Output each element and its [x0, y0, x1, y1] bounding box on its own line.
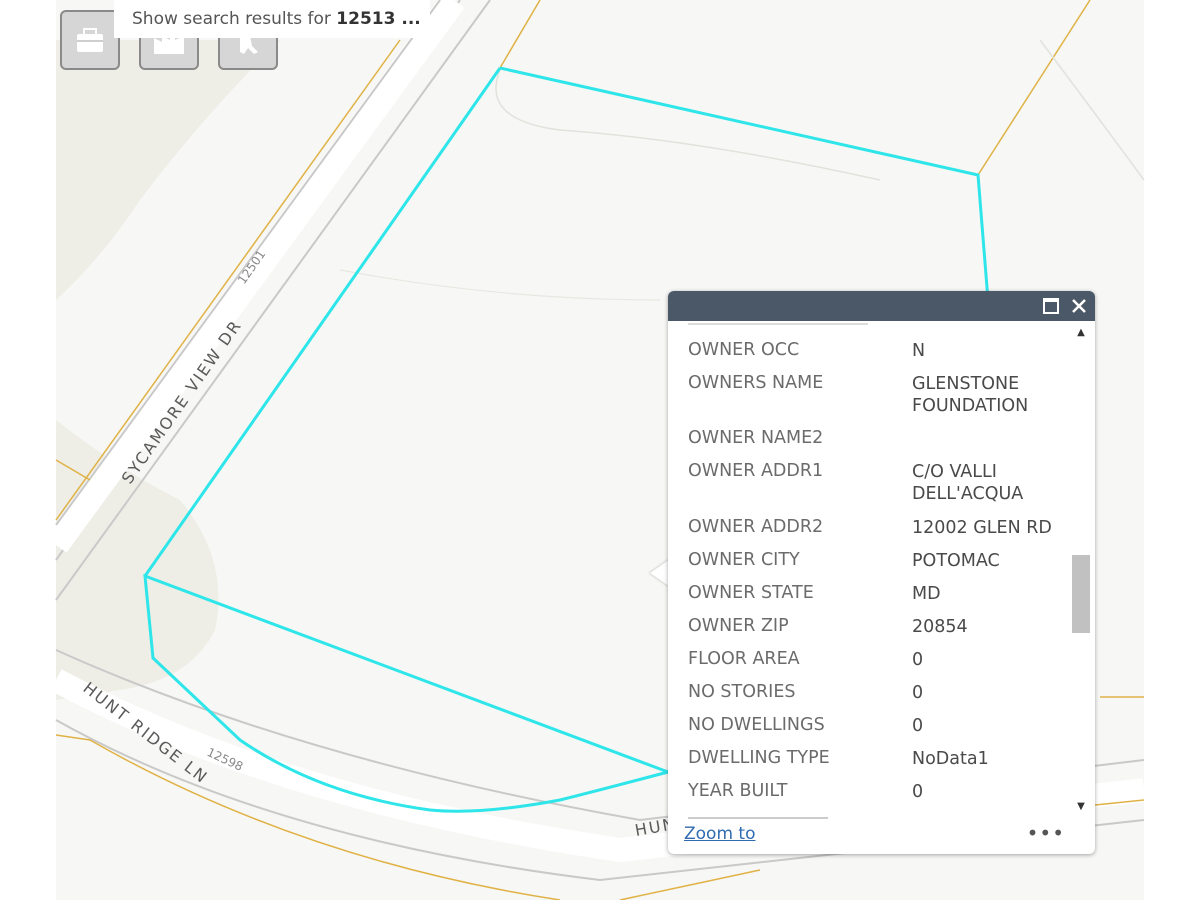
attribute-label: OWNER CITY: [688, 550, 800, 570]
maximize-icon: [1043, 298, 1059, 314]
attribute-value: 0: [912, 650, 924, 670]
scroll-thumb[interactable]: [1072, 555, 1090, 633]
attribute-value: 0: [912, 716, 924, 736]
popup-scrollbar[interactable]: ▲ ▼: [1070, 323, 1092, 820]
attribute-label: NO DWELLINGS: [688, 715, 825, 735]
attribute-value: C/O VALLI DELL'ACQUA: [912, 462, 1024, 504]
attribute-label: OWNER ZIP: [688, 616, 789, 636]
attribute-label: NO STORIES: [688, 682, 796, 702]
search-suggestion[interactable]: Show search results for 12513 ...: [114, 0, 430, 38]
attribute-label: FLOOR AREA: [688, 649, 800, 669]
attribute-value: 12002 GLEN RD: [912, 518, 1052, 538]
search-hint-query: 12513 ...: [336, 9, 421, 29]
popup-attributes[interactable]: OWNER OCC N OWNERS NAME GLENSTONE FOUNDA…: [668, 321, 1068, 821]
attribute-label: OWNER OCC: [688, 340, 800, 360]
attribute-value: POTOMAC: [912, 551, 1000, 571]
popup-pointer: [650, 559, 670, 587]
attribute-value: 0: [912, 782, 924, 802]
attribute-label: OWNERS NAME: [688, 373, 824, 393]
popup-header: [668, 291, 1095, 321]
popup-footer: Zoom to •••: [668, 821, 1095, 854]
cut-off-row: [688, 813, 1048, 821]
zoom-to-link[interactable]: Zoom to: [684, 824, 755, 844]
attribute-label: DWELLING TYPE: [688, 748, 830, 768]
attribute-value: N: [912, 341, 926, 361]
attribute-label: YEAR BUILT: [688, 781, 788, 801]
close-icon: [1072, 299, 1086, 313]
maximize-button[interactable]: [1040, 295, 1062, 317]
attribute-value: 20854: [912, 617, 968, 637]
attribute-label: OWNER NAME2: [688, 428, 824, 448]
search-hint-prefix: Show search results for: [132, 9, 337, 29]
scroll-down-icon[interactable]: ▼: [1070, 801, 1092, 817]
attribute-label: OWNER STATE: [688, 583, 814, 603]
more-actions-button[interactable]: •••: [1027, 821, 1065, 845]
attribute-value: NoData1: [912, 749, 989, 769]
attribute-value: GLENSTONE FOUNDATION: [912, 374, 1029, 416]
feature-popup: OWNER OCC N OWNERS NAME GLENSTONE FOUNDA…: [668, 291, 1095, 854]
toolbox-button[interactable]: [60, 10, 120, 70]
cut-off-row: [688, 321, 868, 325]
attribute-label: OWNER ADDR1: [688, 461, 824, 481]
toolbox-icon: [77, 28, 103, 52]
scroll-up-icon[interactable]: ▲: [1070, 327, 1092, 343]
close-button[interactable]: [1068, 295, 1090, 317]
attribute-value: MD: [912, 584, 941, 604]
attribute-value: 0: [912, 683, 924, 703]
attribute-label: OWNER ADDR2: [688, 517, 824, 537]
